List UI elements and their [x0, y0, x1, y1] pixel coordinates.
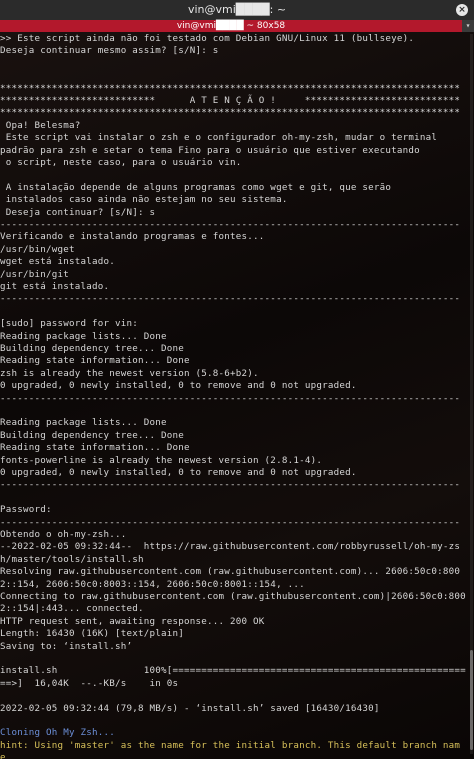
terminal-line: 2022-02-05 09:32:44 (79,8 MB/s) - ‘insta…	[0, 702, 380, 714]
terminal-line: ----------------------------------------…	[0, 392, 461, 404]
chevron-down-icon[interactable]: ▾	[462, 20, 474, 32]
terminal-line: ****************************************…	[0, 82, 461, 94]
terminal-line: 2::154, 2606:50c0:8003::154, 2606:50c0:8…	[0, 578, 305, 590]
terminal-line: Reading state information... Done	[0, 442, 190, 454]
tab-bar: vin@vmi████ ~ 80x58 ▾	[0, 20, 474, 32]
terminal-line: >> Este script ainda não foi testado com…	[0, 33, 415, 44]
scrollbar-track[interactable]	[470, 34, 473, 754]
terminal-line: /usr/bin/wget	[0, 243, 75, 255]
terminal-line: h/master/tools/install.sh	[0, 553, 144, 565]
terminal-line: A instalação depende de alguns programas…	[0, 181, 392, 193]
terminal-line: Building dependency tree... Done	[0, 343, 185, 354]
terminal-line: [sudo] password for vin:	[0, 318, 139, 330]
terminal-line: Building dependency tree... Done	[0, 429, 185, 441]
window-titlebar[interactable]: vin@vmi████: ~ ×	[0, 0, 474, 20]
terminal-line: Deseja continuar? [s/N]: s	[0, 206, 156, 218]
tab-terminal[interactable]: vin@vmi████ ~ 80x58	[0, 20, 462, 32]
terminal-line: Opa! Belesma?	[0, 119, 81, 131]
terminal-line: Connecting to raw.githubusercontent.com …	[0, 591, 466, 602]
terminal-line: Length: 16430 (16K) [text/plain]	[0, 628, 185, 640]
terminal-line: ==>] 16,04K --.-KB/s in 0s	[0, 677, 179, 689]
terminal-line: HTTP request sent, awaiting response... …	[0, 615, 265, 627]
terminal-line: /usr/bin/git	[0, 268, 70, 280]
terminal-line: e	[0, 752, 6, 759]
terminal-line: Resolving raw.githubusercontent.com (raw…	[0, 566, 461, 578]
scrollbar-thumb[interactable]	[470, 650, 473, 750]
terminal-line: zsh is already the newest version (5.8-6…	[0, 367, 259, 379]
terminal-line: o script, neste caso, para o usuário vin…	[0, 157, 242, 168]
terminal-line: ----------------------------------------…	[0, 516, 461, 528]
terminal-line: git está instalado.	[0, 281, 110, 292]
terminal-line: wget está instalado.	[0, 256, 116, 268]
terminal-line: ****************************************…	[0, 107, 461, 119]
terminal-output[interactable]: >> Este script ainda não foi testado com…	[0, 32, 474, 759]
terminal-line: padrão para zsh e setar o tema Fino para…	[0, 144, 420, 156]
terminal-line: ----------------------------------------…	[0, 479, 461, 491]
terminal-line: 0 upgraded, 0 newly installed, 0 to remo…	[0, 467, 357, 478]
terminal-line: Este script vai instalar o zsh e o confi…	[0, 132, 438, 144]
terminal-line: *************************** A T E N Ç Ã …	[0, 95, 461, 106]
terminal-window: vin@vmi████: ~ × vin@vmi████ ~ 80x58 ▾ >…	[0, 0, 474, 759]
terminal-line: install.sh 100%[========================…	[0, 665, 466, 677]
terminal-line: --2022-02-05 09:32:44-- https://raw.gith…	[0, 541, 461, 553]
terminal-line: Obtendo o oh-my-zsh...	[0, 529, 127, 540]
terminal-line: Password:	[0, 504, 52, 516]
terminal-line: fonts-powerline is already the newest ve…	[0, 454, 323, 466]
terminal-line: Saving to: ‘install.sh’	[0, 640, 133, 652]
terminal-line: hint: Using 'master' as the name for the…	[0, 739, 461, 751]
terminal-line: ----------------------------------------…	[0, 219, 461, 230]
terminal-line: Cloning Oh My Zsh...	[0, 727, 116, 739]
close-icon[interactable]: ×	[456, 4, 468, 16]
terminal-line: 0 upgraded, 0 newly installed, 0 to remo…	[0, 380, 357, 392]
terminal-line: instalados caso ainda não estejam no seu…	[0, 194, 288, 206]
terminal-line: Reading package lists... Done	[0, 417, 167, 429]
window-title: vin@vmi████: ~	[187, 3, 287, 16]
terminal-line: 2::154|:443... connected.	[0, 603, 144, 615]
terminal-line: Reading state information... Done	[0, 355, 190, 367]
terminal-line: Deseja continuar mesmo assim? [s/N]: s	[0, 45, 219, 57]
terminal-line: ----------------------------------------…	[0, 293, 461, 305]
terminal-line: Verificando e instalando programas e fon…	[0, 231, 265, 243]
terminal-line: Reading package lists... Done	[0, 330, 167, 342]
